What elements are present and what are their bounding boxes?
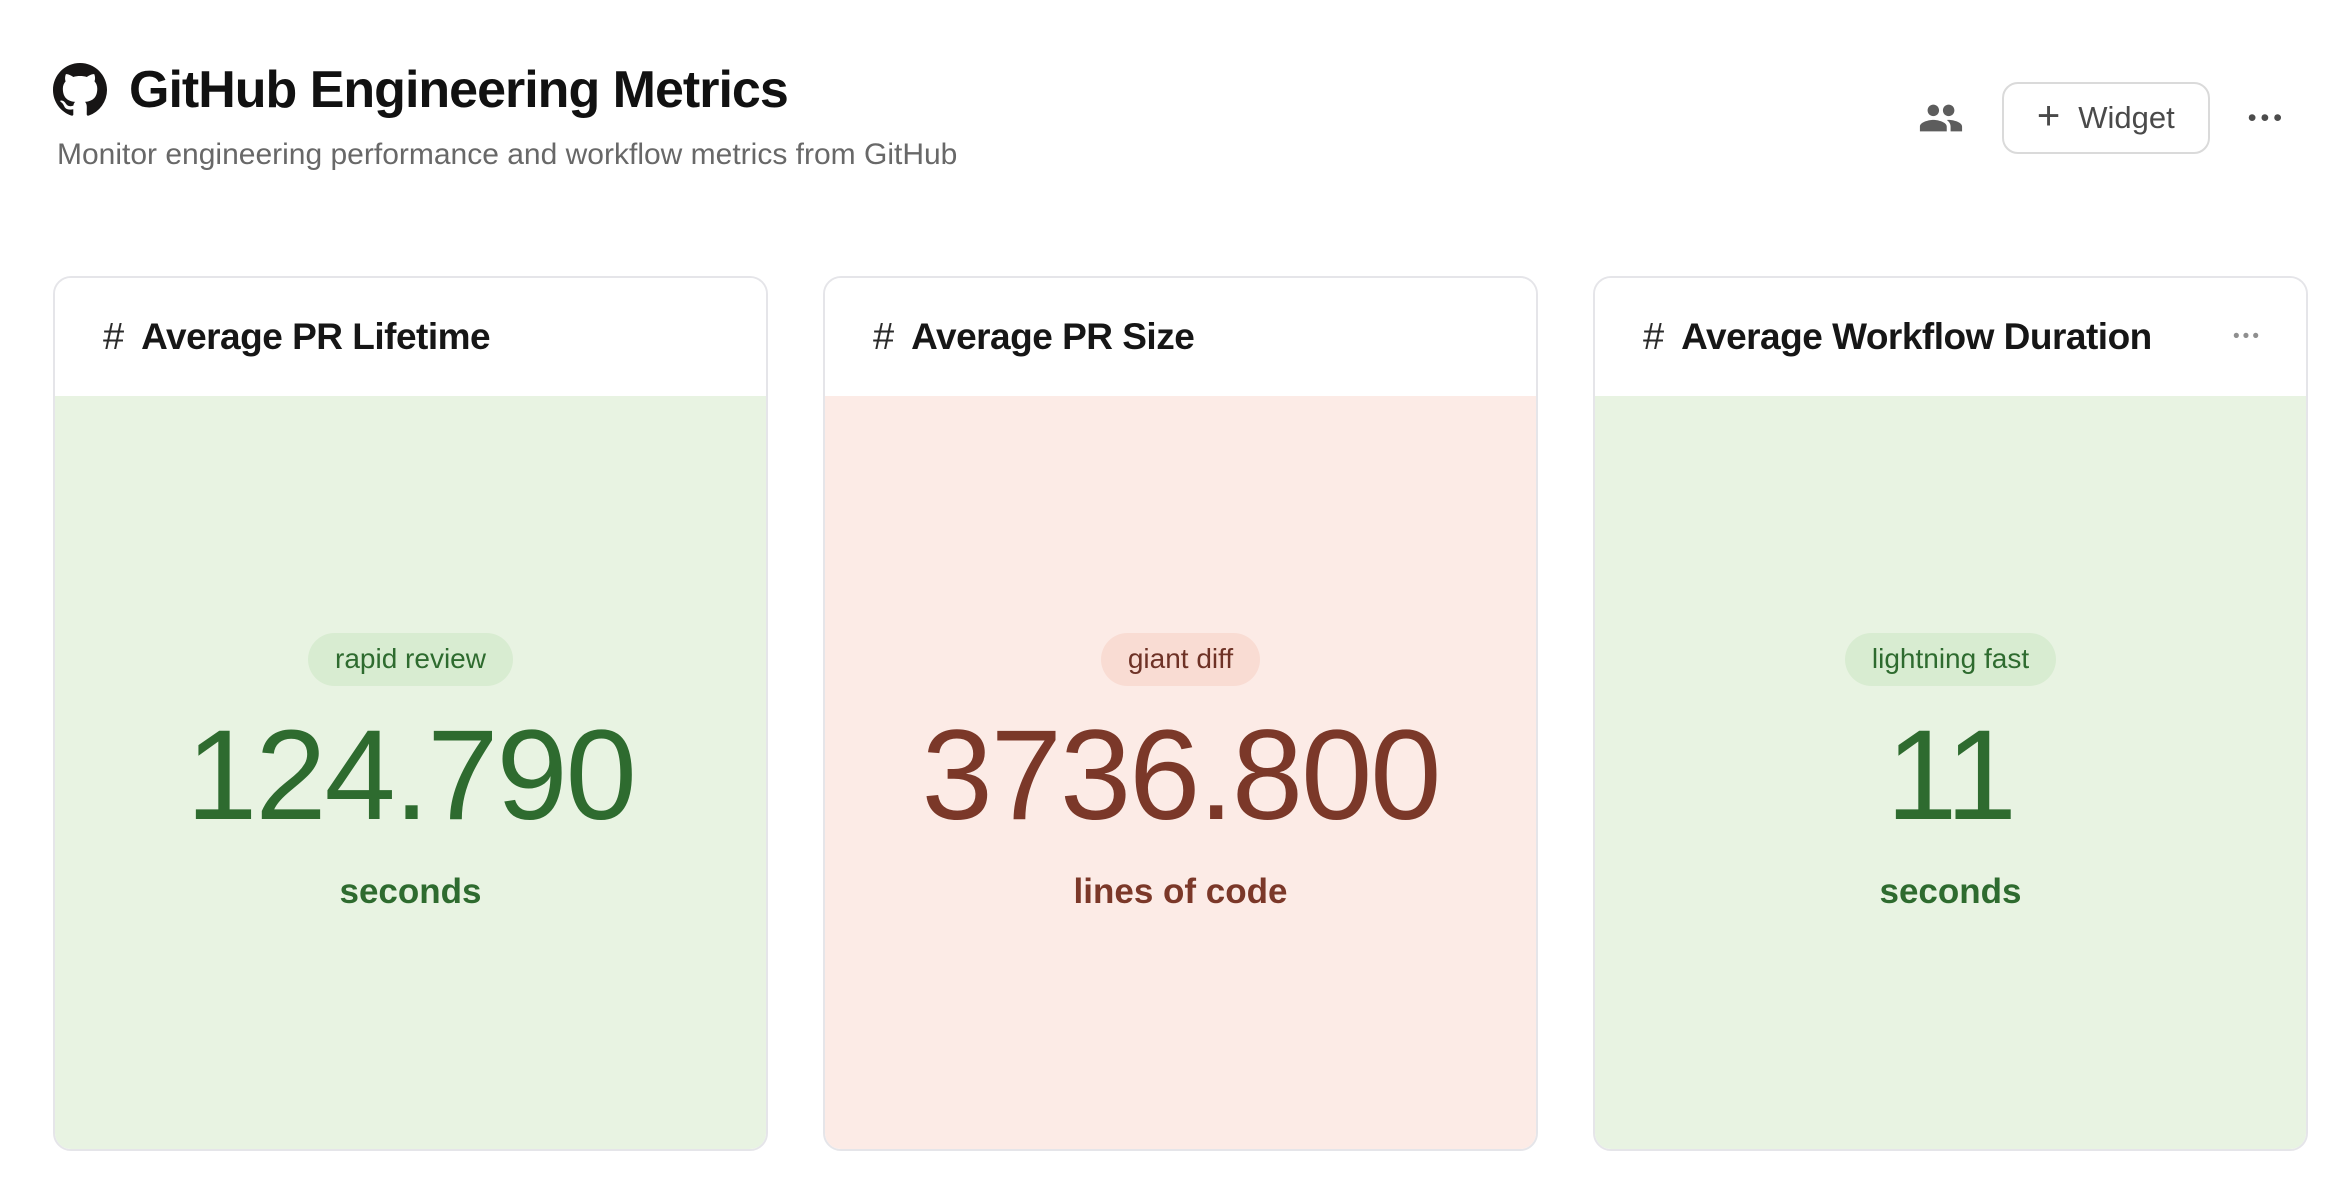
hash-icon: # [103,316,124,359]
header-actions: + Widget ••• [1918,82,2286,154]
github-logo-icon [53,63,107,117]
metric-card-pr-lifetime: # Average PR Lifetime rapid review 124.7… [53,276,768,1151]
card-header: # Average PR Size [825,278,1536,396]
dashboard-page: GitHub Engineering Metrics Monitor engin… [0,0,2338,1198]
add-widget-button[interactable]: + Widget [2002,82,2210,154]
metric-unit: lines of code [1074,872,1288,912]
card-menu-icon[interactable]: ••• [2233,326,2262,348]
metric-cards: # Average PR Lifetime rapid review 124.7… [53,276,2308,1151]
metric-unit: seconds [1880,872,2022,912]
plus-icon: + [2037,96,2060,136]
page-menu-icon[interactable]: ••• [2248,104,2286,133]
metric-value: 11 [1886,712,2015,840]
hash-icon: # [873,316,894,359]
metric-value: 3736.800 [922,712,1440,840]
metric-value: 124.790 [186,712,635,840]
card-body: giant diff 3736.800 lines of code [825,396,1536,1149]
page-header: GitHub Engineering Metrics Monitor engin… [53,60,2308,172]
card-header: # Average Workflow Duration ••• [1595,278,2306,396]
card-title: Average Workflow Duration [1681,316,2152,358]
metric-card-pr-size: # Average PR Size giant diff 3736.800 li… [823,276,1538,1151]
status-badge: rapid review [308,633,513,685]
card-title: Average PR Lifetime [141,316,490,358]
title-row: GitHub Engineering Metrics [53,60,957,120]
status-badge: giant diff [1101,633,1260,685]
people-icon[interactable] [1918,95,1964,141]
status-badge: lightning fast [1845,633,2056,685]
card-body: lightning fast 11 seconds [1595,396,2306,1149]
card-title: Average PR Size [911,316,1194,358]
metric-unit: seconds [340,872,482,912]
hash-icon: # [1643,316,1664,359]
header-left: GitHub Engineering Metrics Monitor engin… [53,60,957,172]
card-header: # Average PR Lifetime [55,278,766,396]
page-subtitle: Monitor engineering performance and work… [57,138,957,172]
add-widget-label: Widget [2078,100,2174,136]
metric-card-workflow-duration: # Average Workflow Duration ••• lightnin… [1593,276,2308,1151]
card-body: rapid review 124.790 seconds [55,396,766,1149]
page-title: GitHub Engineering Metrics [129,60,788,120]
